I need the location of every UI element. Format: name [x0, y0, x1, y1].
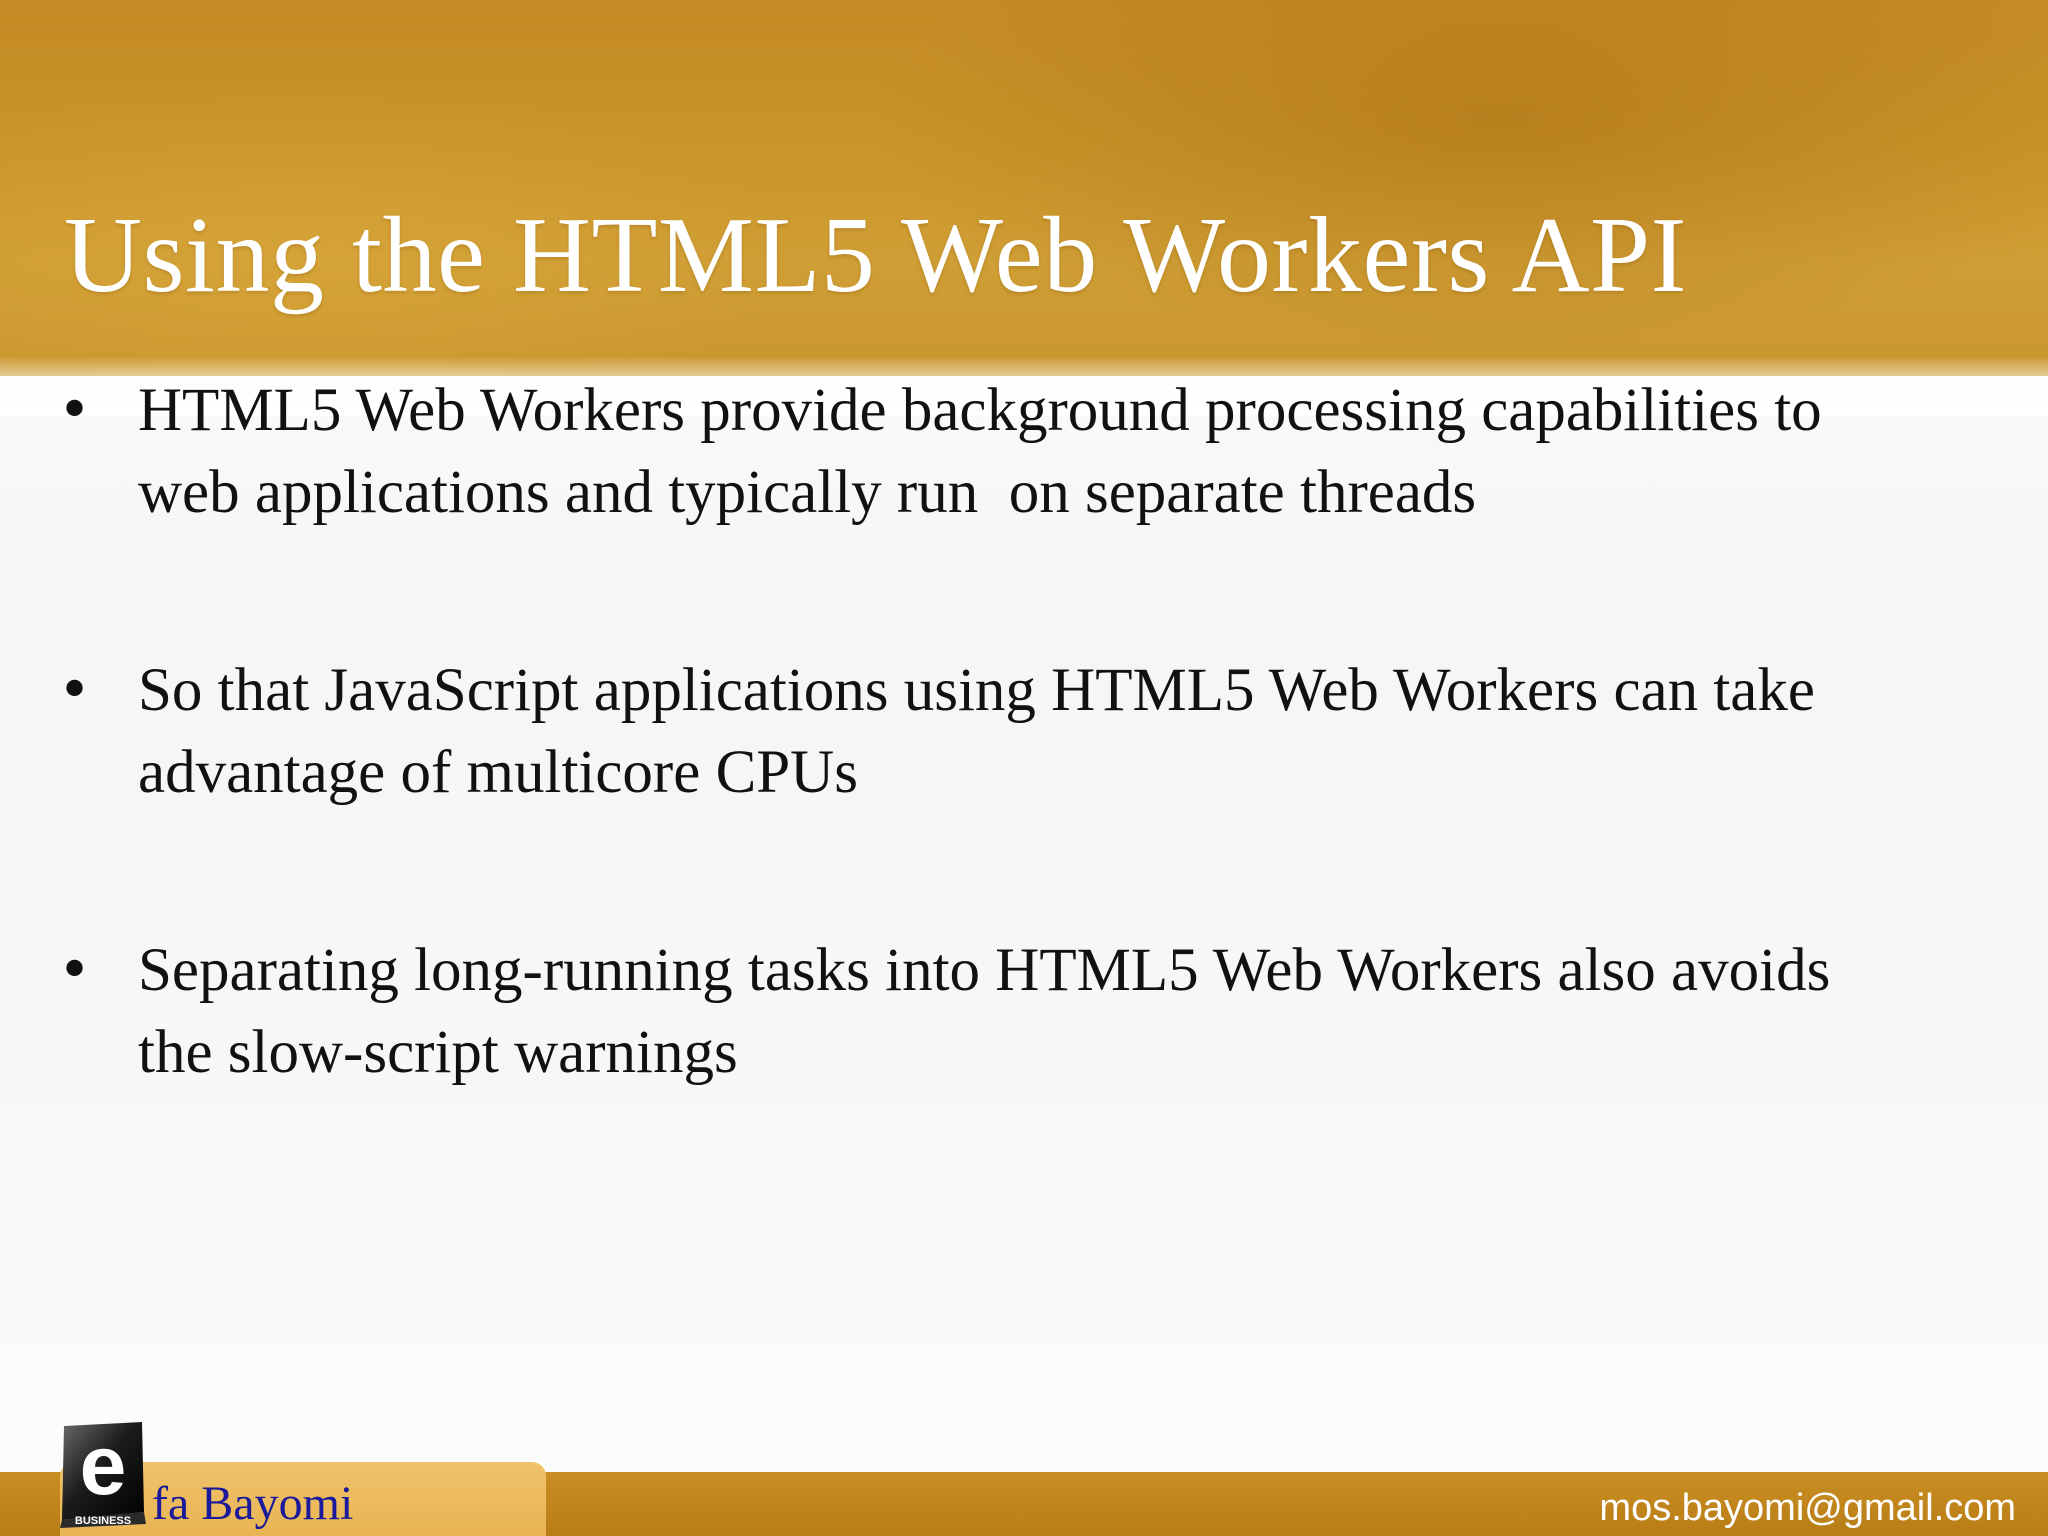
e-business-logo-icon: e BUSINESS — [60, 1420, 146, 1528]
bullet-text: HTML5 Web Workers provide background pro… — [138, 377, 1822, 526]
slide: Using the HTML5 Web Workers API • HTML5 … — [0, 0, 2048, 1536]
bullet-marker: • — [58, 938, 92, 1003]
slide-title: Using the HTML5 Web Workers API — [64, 196, 1688, 315]
bullet-marker: • — [58, 658, 92, 723]
bullet-text: So that JavaScript applications using HT… — [138, 657, 1815, 806]
logo-caption: BUSINESS — [75, 1515, 131, 1527]
footer-author-name: fa Bayomi — [152, 1477, 354, 1530]
footer-email: mos.bayomi@gmail.com — [1599, 1487, 2016, 1529]
bullet-marker: • — [58, 378, 92, 443]
logo-letter: e — [80, 1420, 127, 1512]
bullet-text: Separating long-running tasks into HTML5… — [138, 937, 1831, 1086]
header-band — [0, 0, 2048, 416]
